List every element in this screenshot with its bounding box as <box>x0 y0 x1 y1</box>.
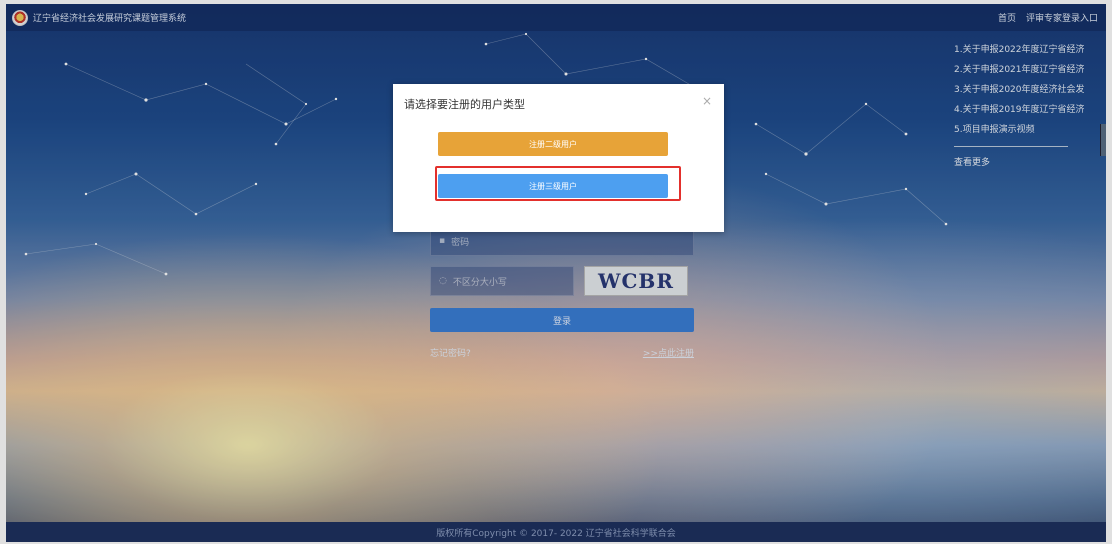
dialog-title: 请选择要注册的用户类型 <box>404 98 525 111</box>
close-icon[interactable]: × <box>702 94 712 108</box>
register-level3-button[interactable]: 注册三级用户 <box>438 174 668 198</box>
user-type-dialog: 请选择要注册的用户类型 × 注册二级用户 注册三级用户 <box>393 84 724 232</box>
modal-overlay[interactable] <box>0 0 1112 544</box>
register-level2-button[interactable]: 注册二级用户 <box>438 132 668 156</box>
